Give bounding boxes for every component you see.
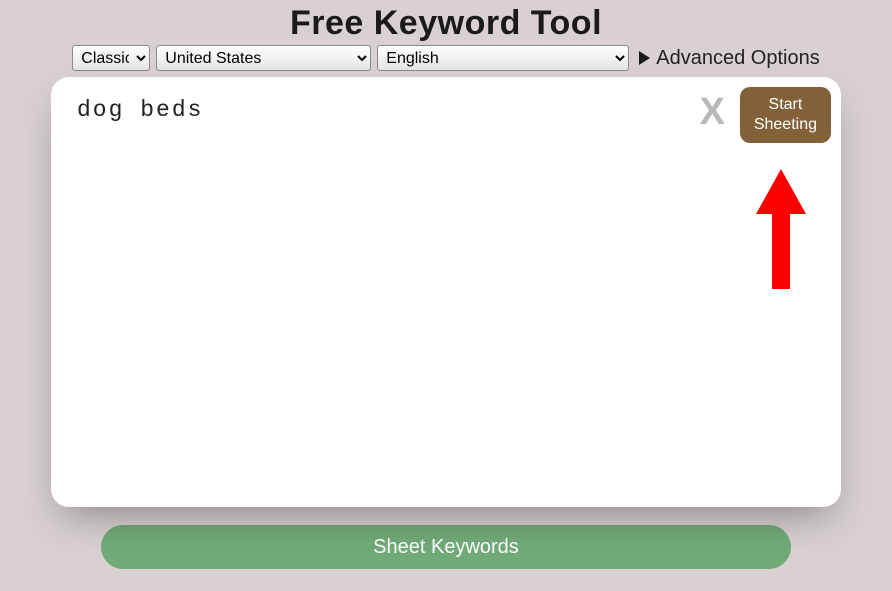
advanced-options-toggle[interactable]: Advanced Options <box>639 47 819 70</box>
page-title: Free Keyword Tool <box>290 4 602 43</box>
triangle-right-icon <box>639 51 650 65</box>
keyword-input[interactable] <box>77 97 677 123</box>
start-button-line1: Start <box>769 96 803 113</box>
start-button-line2: Sheeting <box>754 116 817 133</box>
language-select[interactable]: English <box>377 45 629 71</box>
mode-select[interactable]: Classic <box>72 45 150 71</box>
keyword-panel: X Start Sheeting <box>51 77 841 507</box>
arrow-up-icon <box>756 169 806 309</box>
controls-row: Classic United States English Advanced O… <box>72 45 819 71</box>
advanced-options-label: Advanced Options <box>656 47 819 70</box>
country-select[interactable]: United States <box>156 45 371 71</box>
start-sheeting-button[interactable]: Start Sheeting <box>740 87 831 143</box>
sheet-keywords-button[interactable]: Sheet Keywords <box>101 525 791 569</box>
clear-icon[interactable]: X <box>700 91 723 134</box>
